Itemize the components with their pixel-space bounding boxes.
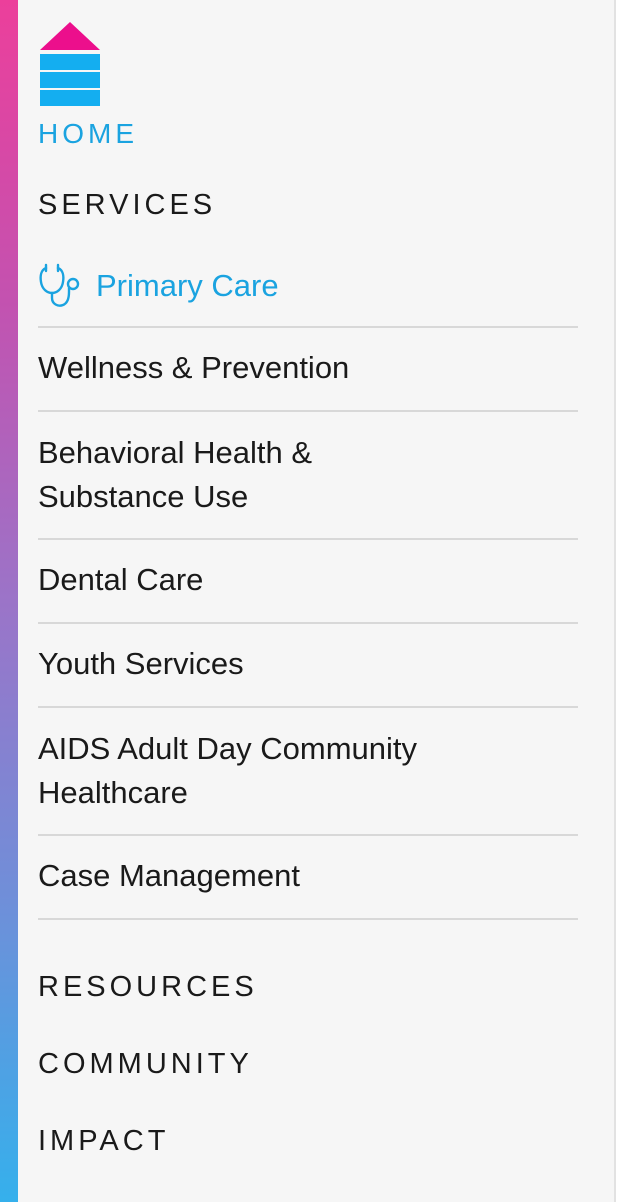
service-label: Behavioral Health & Substance Use: [38, 435, 312, 514]
service-label: Case Management: [38, 858, 300, 893]
service-item-behavioral-health[interactable]: Behavioral Health & Substance Use: [38, 412, 578, 540]
gradient-accent-bar: [0, 0, 18, 1202]
service-item-aids-adult-day[interactable]: AIDS Adult Day Community Healthcare: [38, 708, 578, 836]
service-item-wellness[interactable]: Wellness & Prevention: [38, 328, 578, 412]
service-item-primary-care[interactable]: Primary Care: [38, 244, 578, 328]
home-link[interactable]: HOME: [38, 22, 158, 152]
panel-edge: [616, 0, 640, 1202]
service-item-dental-care[interactable]: Dental Care: [38, 540, 578, 624]
service-label: Youth Services: [38, 646, 244, 681]
service-label: Dental Care: [38, 562, 204, 597]
service-label: AIDS Adult Day Community Healthcare: [38, 731, 418, 810]
home-label: HOME: [38, 118, 138, 149]
service-label: Wellness & Prevention: [38, 350, 350, 385]
home-icon: [40, 22, 100, 106]
service-item-case-management[interactable]: Case Management: [38, 836, 578, 920]
resources-link[interactable]: RESOURCES: [38, 970, 258, 1004]
impact-link[interactable]: IMPACT: [38, 1124, 169, 1158]
services-heading[interactable]: SERVICES: [38, 188, 216, 222]
service-label: Primary Care: [96, 268, 279, 303]
navigation-panel: HOME SERVICES Primary Care Wellness & Pr…: [0, 0, 640, 1202]
stethoscope-icon: [39, 263, 80, 307]
services-list: Primary Care Wellness & Prevention Behav…: [38, 244, 578, 920]
community-link[interactable]: COMMUNITY: [38, 1047, 253, 1081]
service-item-youth-services[interactable]: Youth Services: [38, 624, 578, 708]
